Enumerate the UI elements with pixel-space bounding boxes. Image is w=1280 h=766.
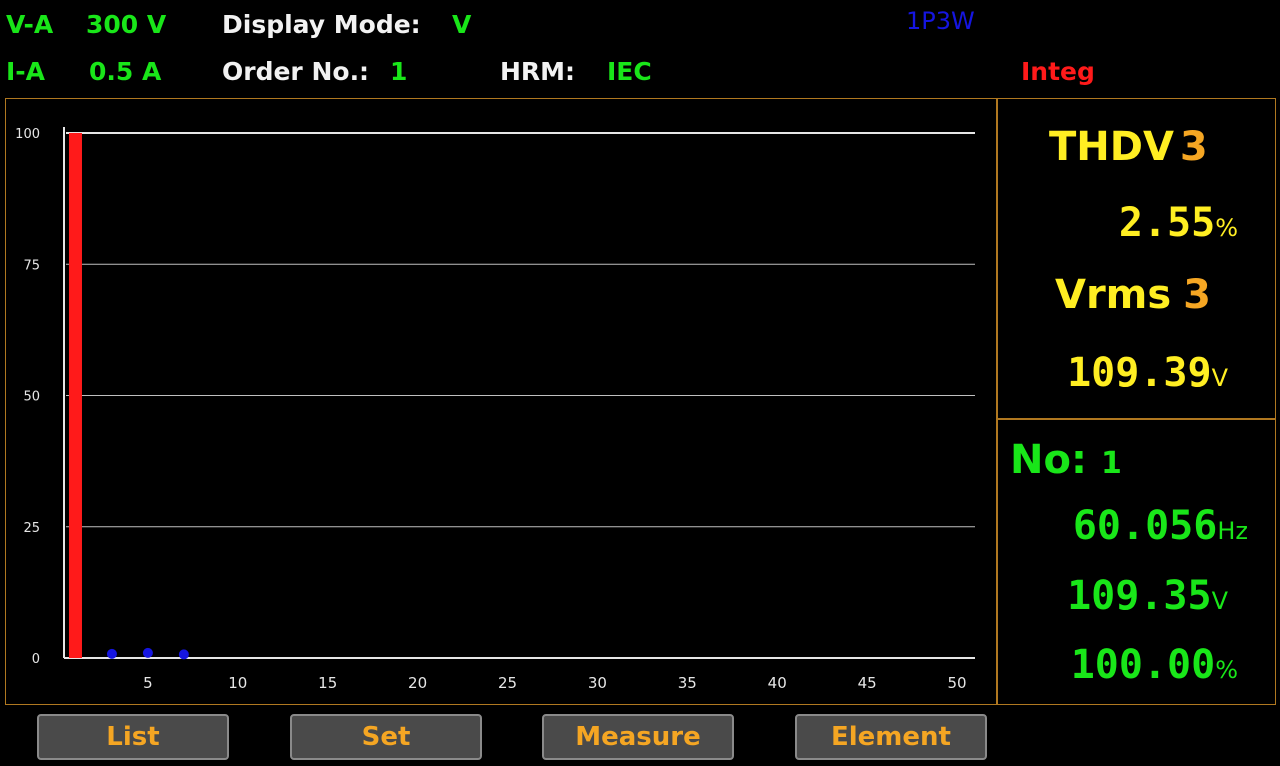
rms-channel: 3 <box>1183 272 1212 318</box>
rms-readout: 109.39V <box>1067 350 1228 401</box>
harmonic-marker <box>142 647 153 658</box>
frequency-unit: Hz <box>1217 517 1248 545</box>
y-tick-label: 0 <box>32 652 40 667</box>
x-tick-label: 10 <box>228 674 247 692</box>
x-tick-label: 15 <box>318 674 337 692</box>
x-tick-label: 30 <box>588 674 607 692</box>
thd-unit: % <box>1215 214 1238 242</box>
panel-divider-horizontal <box>997 418 1276 420</box>
harmonic-percent-unit: % <box>1215 656 1238 684</box>
rms-label: Vrms 3 <box>1055 272 1211 318</box>
x-tick-label: 5 <box>143 674 153 692</box>
y-tick-label: 100 <box>15 127 40 142</box>
harmonic-marker <box>106 648 117 659</box>
harmonic-percent-readout: 100.00% <box>1071 642 1238 693</box>
x-tick-label: 45 <box>858 674 877 692</box>
y-tick-label: 50 <box>23 390 40 405</box>
thd-value: 2.55 <box>1118 200 1216 246</box>
rms-value: 109.39 <box>1067 350 1212 396</box>
thd-readout: 2.55% <box>1119 200 1238 251</box>
harmonic-percent-value: 100.00 <box>1070 642 1216 688</box>
x-tick-label: 40 <box>768 674 787 692</box>
element-softkey[interactable]: Element <box>795 714 987 760</box>
harmonic-voltage-value: 109.35 <box>1067 573 1212 619</box>
frequency-readout: 60.056Hz <box>1073 503 1248 554</box>
thd-channel: 3 <box>1179 124 1208 170</box>
harmonic-voltage-unit: V <box>1211 587 1228 615</box>
harmonic-no-value: 1 <box>1100 446 1122 481</box>
x-tick-label: 20 <box>408 674 427 692</box>
thd-label: THDV 3 <box>1049 124 1208 170</box>
harmonic-bar-chart: 0 25 50 75 100 5 10 15 20 25 30 35 40 45 50 <box>15 127 975 692</box>
set-softkey[interactable]: Set <box>290 714 482 760</box>
fundamental-bar <box>68 133 82 658</box>
y-tick-label: 75 <box>23 258 40 273</box>
harmonic-no-label: No: 1 <box>1010 437 1122 487</box>
x-tick-label: 25 <box>498 674 517 692</box>
x-tick-label: 35 <box>678 674 697 692</box>
measure-softkey[interactable]: Measure <box>542 714 734 760</box>
harmonic-voltage-readout: 109.35V <box>1067 573 1228 624</box>
harmonic-marker <box>178 649 189 660</box>
x-tick-label: 50 <box>947 674 966 692</box>
integration-indicator: Integ <box>1021 57 1095 86</box>
frequency-value: 60.056 <box>1072 503 1218 549</box>
rms-label-text: Vrms <box>1055 272 1172 318</box>
y-tick-label: 25 <box>23 521 40 536</box>
harmonic-no-text: No: <box>1010 437 1087 483</box>
list-softkey[interactable]: List <box>37 714 229 760</box>
rms-unit: V <box>1211 364 1228 392</box>
thd-label-text: THDV <box>1049 124 1174 170</box>
